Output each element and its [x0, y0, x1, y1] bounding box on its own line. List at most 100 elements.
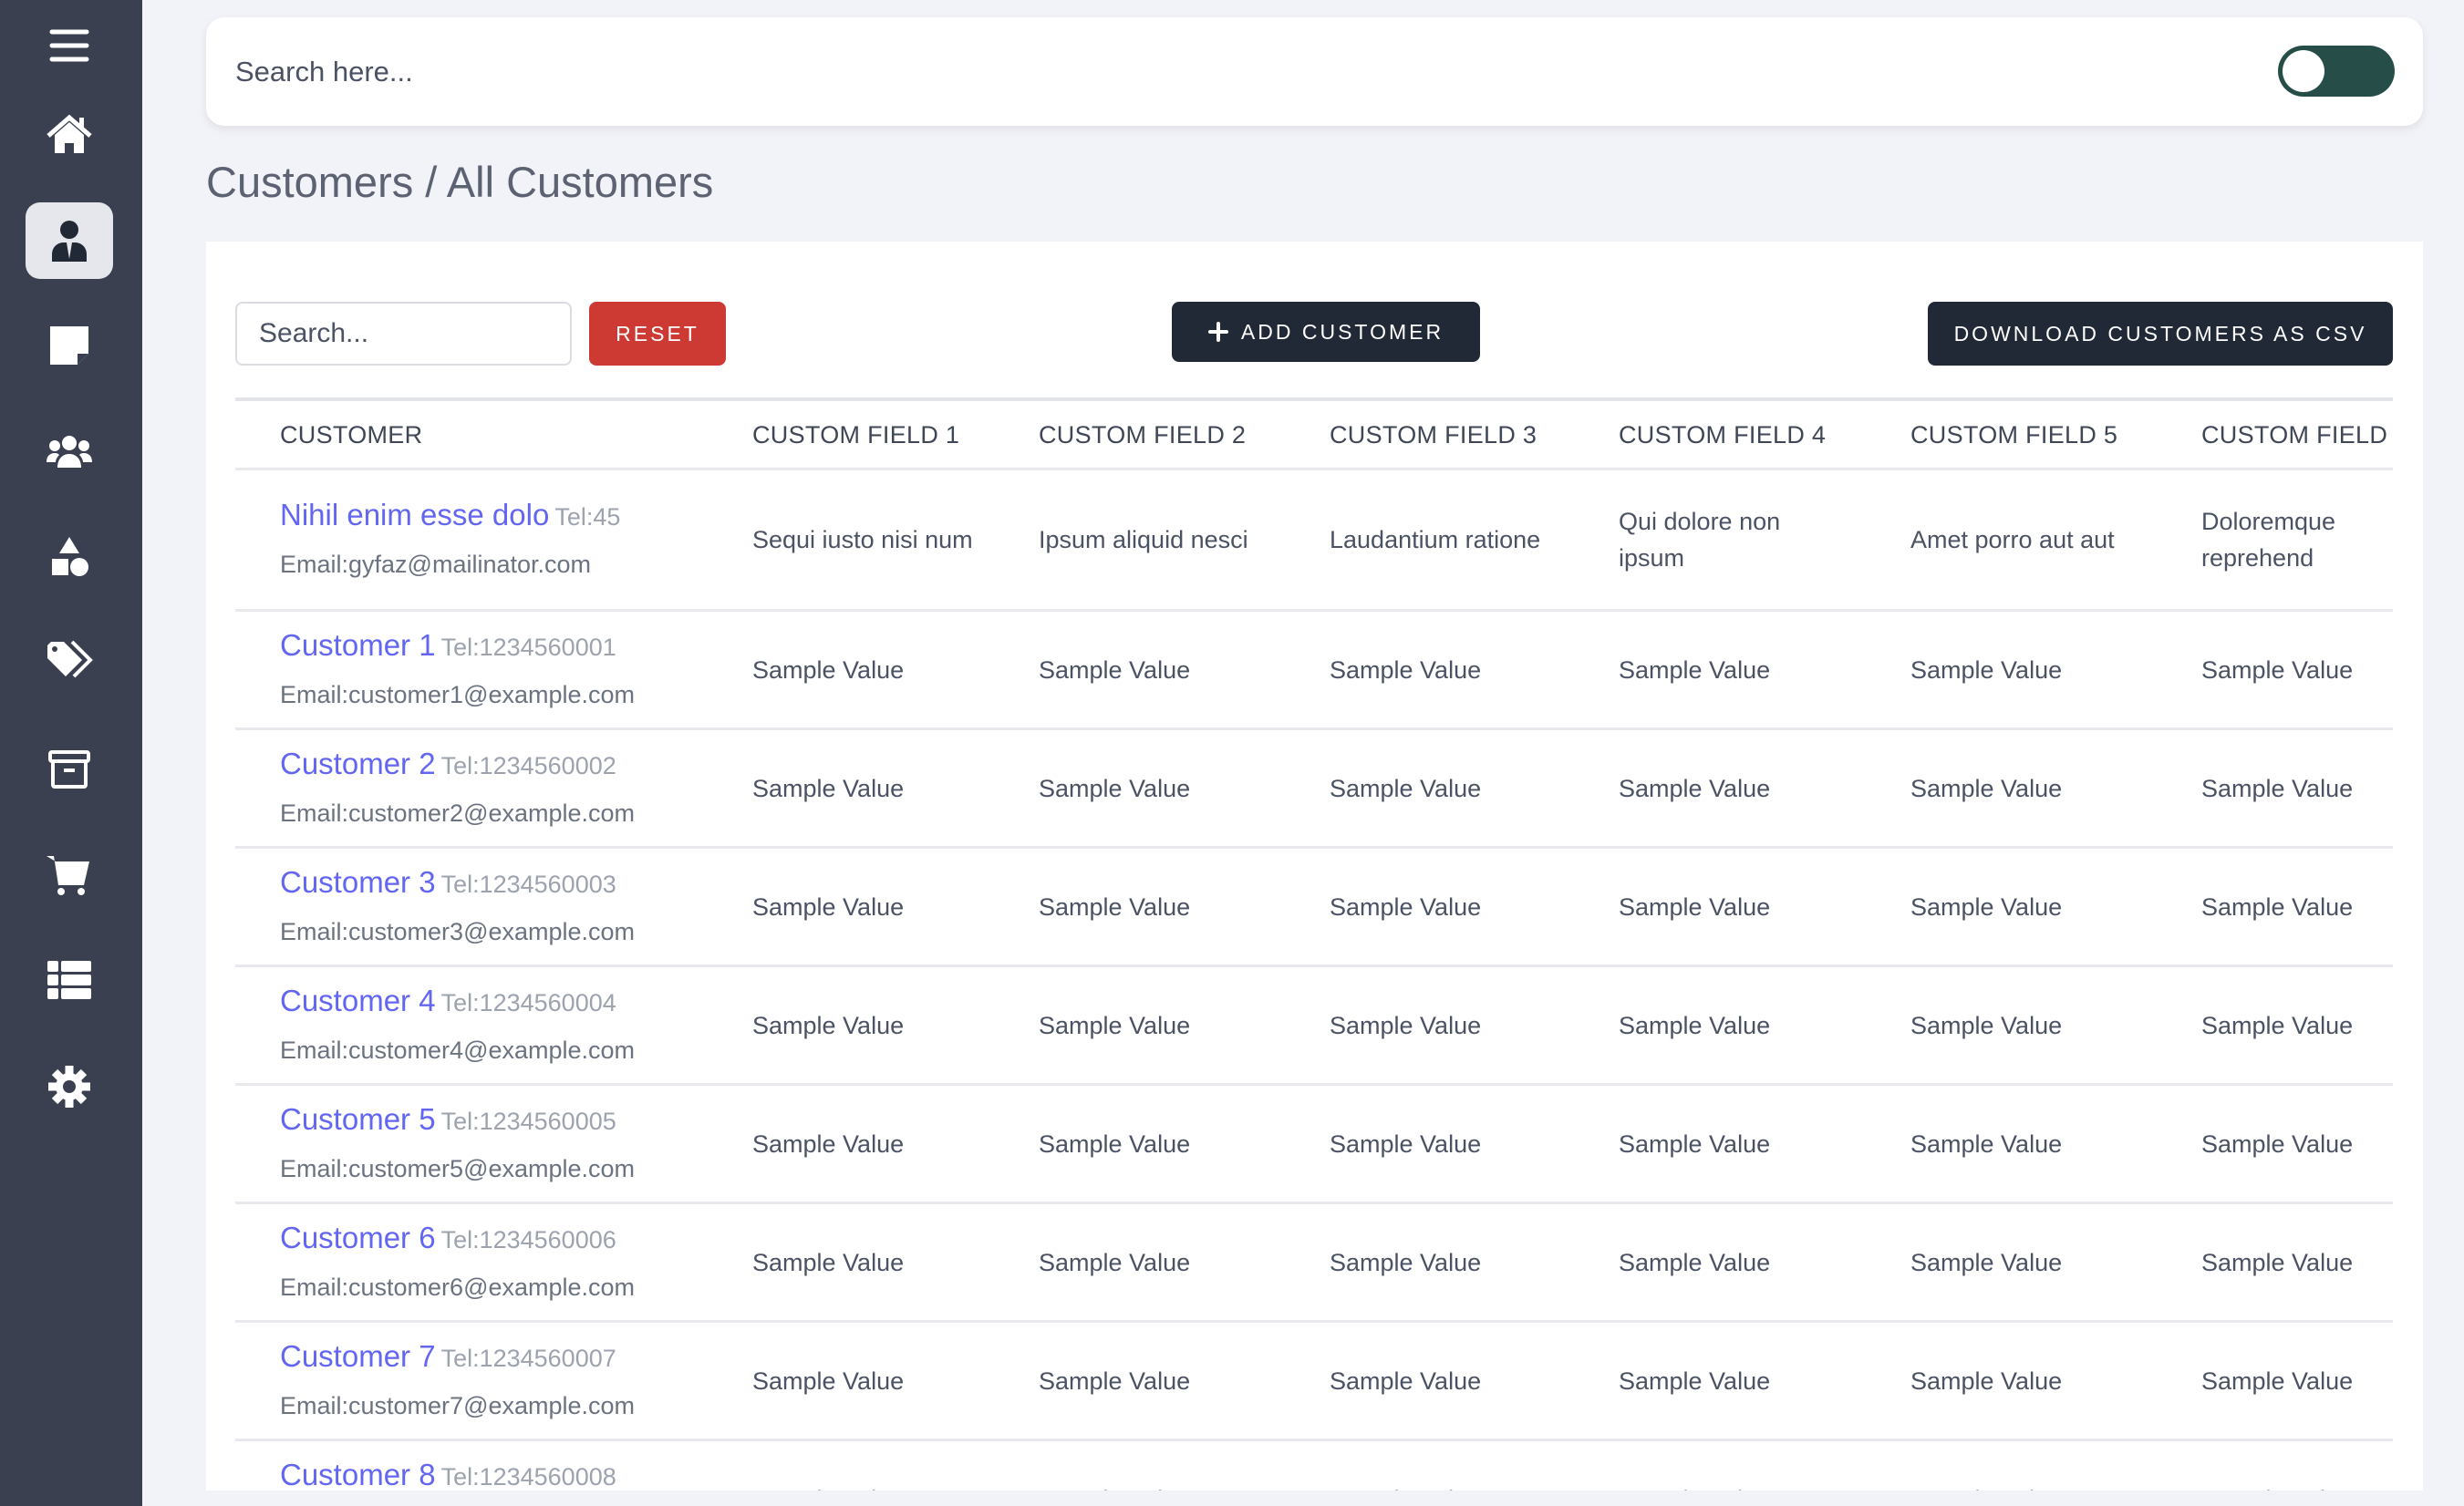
sidebar [0, 0, 142, 1506]
home-icon [47, 114, 92, 153]
list-icon [47, 961, 91, 999]
custom-field-cell: Sample Value [2201, 770, 2393, 807]
customer-name-link[interactable]: Customer 3 [280, 865, 436, 899]
custom-field-cell: Sample Value [1619, 1244, 1910, 1281]
custom-field-value: Sample Value [1619, 1248, 1771, 1276]
custom-field-cell: Sample Value [752, 1244, 1039, 1281]
sidebar-item-tags[interactable] [26, 624, 113, 701]
add-customer-button[interactable]: ADD CUSTOMER [1172, 302, 1480, 362]
custom-field-value: Sample Value [1910, 655, 2063, 684]
customer-name-link[interactable]: Customer 1 [280, 628, 436, 662]
column-header[interactable]: CUSTOM FIELD 5 [1910, 417, 2201, 453]
customer-cell: Customer 6 Tel:1234560006 Email:customer6@… [235, 1220, 752, 1305]
custom-field-cell: Sample Value [752, 1007, 1039, 1044]
custom-field-cell: Sample Value [1330, 770, 1619, 807]
custom-field-value: Sample Value [1039, 892, 1191, 921]
custom-field-cell: Sample Value [752, 1126, 1039, 1162]
custom-field-value: Sample Value [1619, 774, 1771, 802]
reset-label: RESET [616, 321, 699, 346]
column-header[interactable]: CUSTOMER [235, 417, 752, 453]
sidebar-item-menu[interactable] [26, 7, 113, 84]
customer-name-link[interactable]: Customer 4 [280, 984, 436, 1017]
custom-field-cell: Sample Value [1330, 1126, 1619, 1162]
sidebar-item-customer[interactable] [26, 202, 113, 279]
custom-field-cell: Sample Value [1039, 1363, 1330, 1399]
custom-field-cell: Sample Value [1330, 889, 1619, 925]
cart-icon [47, 856, 89, 895]
menu-icon [49, 29, 89, 62]
shapes-icon [52, 537, 88, 576]
custom-field-cell: Sample Value [1619, 1007, 1910, 1044]
custom-field-value: Sample Value [752, 1481, 980, 1491]
custom-field-value: Sample Value [1330, 1481, 1558, 1491]
column-header[interactable]: CUSTOM FIELD 3 [1330, 417, 1619, 453]
custom-field-cell: Sample Value [1910, 889, 2201, 925]
customer-name-link[interactable]: Customer 5 [280, 1102, 436, 1136]
custom-field-cell: Sample Value [1330, 1007, 1619, 1044]
reset-button[interactable]: RESET [589, 302, 726, 366]
note-icon [50, 326, 88, 365]
custom-field-cell: Qui dolore non ipsum [1619, 503, 1910, 576]
customer-name-line: Customer 8 Tel:1234560008 [280, 1457, 752, 1491]
customer-name-link[interactable]: Customer 2 [280, 747, 436, 780]
custom-field-value: Sample Value [1910, 1130, 2063, 1158]
plus-icon [1207, 322, 1228, 342]
sidebar-item-shapes[interactable] [26, 520, 113, 596]
custom-field-cell: Sample Value [1039, 889, 1330, 925]
custom-field-cell: Sample Value [2201, 1007, 2393, 1044]
sidebar-item-archive[interactable] [26, 731, 113, 808]
table-row: Customer 6 Tel:1234560006 Email:customer6@… [235, 1204, 2393, 1323]
custom-field-value: Doloremque reprehend [2201, 508, 2336, 572]
table-row: Customer 3 Tel:1234560003 Email:customer3@… [235, 849, 2393, 967]
customer-email: Email:customer2@example.com [280, 799, 636, 827]
custom-field-value: Sample Value [752, 1367, 905, 1395]
customer-email: Email:customer1@example.com [280, 680, 636, 708]
custom-field-value: Ipsum aliquid nesci [1039, 526, 1248, 553]
customer-search-input[interactable] [235, 302, 572, 366]
customer-cell: Customer 1 Tel:1234560001 Email:customer1@… [235, 627, 752, 713]
customer-name-link[interactable]: Customer 6 [280, 1221, 436, 1254]
custom-field-value: Sample Value [1910, 1248, 2063, 1276]
column-header[interactable]: CUSTOM FIELD 1 [752, 417, 1039, 453]
customers-card: RESET ADD CUSTOMER DOWNLOAD CUSTOMERS AS… [206, 242, 2423, 1491]
custom-field-value: Sample Value [1330, 1011, 1482, 1039]
customer-name-link[interactable]: Customer 8 [280, 1458, 436, 1491]
customer-cell: Customer 4 Tel:1234560004 Email:customer4@… [235, 983, 752, 1068]
customer-cell: Customer 7 Tel:1234560007 Email:customer7@… [235, 1338, 752, 1424]
add-customer-label: ADD CUSTOMER [1240, 319, 1444, 344]
theme-toggle[interactable] [2278, 46, 2395, 97]
custom-field-cell: Sample Value [1910, 652, 2201, 688]
custom-field-cell: Sample Value [1039, 1007, 1330, 1044]
custom-field-value: Sample Value [1910, 892, 2063, 921]
sidebar-item-cart[interactable] [26, 837, 113, 913]
customer-cell: Customer 5 Tel:1234560005 Email:customer5@… [235, 1101, 752, 1187]
sidebar-item-list[interactable] [26, 942, 113, 1018]
custom-field-value: Sample Value [1619, 1011, 1771, 1039]
sidebar-item-users[interactable] [26, 414, 113, 490]
custom-field-value: Sample Value [2201, 655, 2354, 684]
customer-name-link[interactable]: Nihil enim esse dolo [280, 498, 549, 531]
custom-field-value: Sample Value [1330, 892, 1482, 921]
custom-field-cell: Laudantium ratione [1330, 521, 1619, 558]
custom-field-cell: Sample Value [2201, 1481, 2393, 1491]
custom-field-cell: Sample Value [1330, 652, 1619, 688]
custom-field-value: Sample Value [1910, 1367, 2063, 1395]
column-header[interactable]: CUSTOM FIELD 4 [1619, 417, 1910, 453]
custom-field-cell: Ipsum aliquid nesci [1039, 521, 1330, 558]
column-header[interactable]: CUSTOM FIELD 2 [1039, 417, 1330, 453]
sidebar-item-home[interactable] [26, 97, 113, 173]
custom-field-value: Sample Value [2201, 892, 2354, 921]
download-csv-button[interactable]: DOWNLOAD CUSTOMERS AS CSV [1928, 302, 2393, 366]
custom-field-value: Sample Value [2201, 1367, 2354, 1395]
customer-tel: Tel:1234560007 [440, 1344, 616, 1372]
custom-field-value: Sample Value [1619, 655, 1771, 684]
sidebar-item-note[interactable] [26, 307, 113, 384]
customer-name-link[interactable]: Customer 7 [280, 1339, 436, 1373]
custom-field-cell: Sample Value [1910, 1244, 2201, 1281]
sidebar-item-settings[interactable] [26, 1048, 113, 1125]
customer-tel: Tel:1234560006 [440, 1225, 616, 1253]
custom-field-cell: Amet porro aut aut [1910, 521, 2201, 558]
customer-cell: Customer 3 Tel:1234560003 Email:customer3@… [235, 864, 752, 950]
column-header[interactable]: CUSTOM FIELD 6 [2201, 417, 2393, 453]
global-search-input[interactable] [235, 45, 2059, 99]
